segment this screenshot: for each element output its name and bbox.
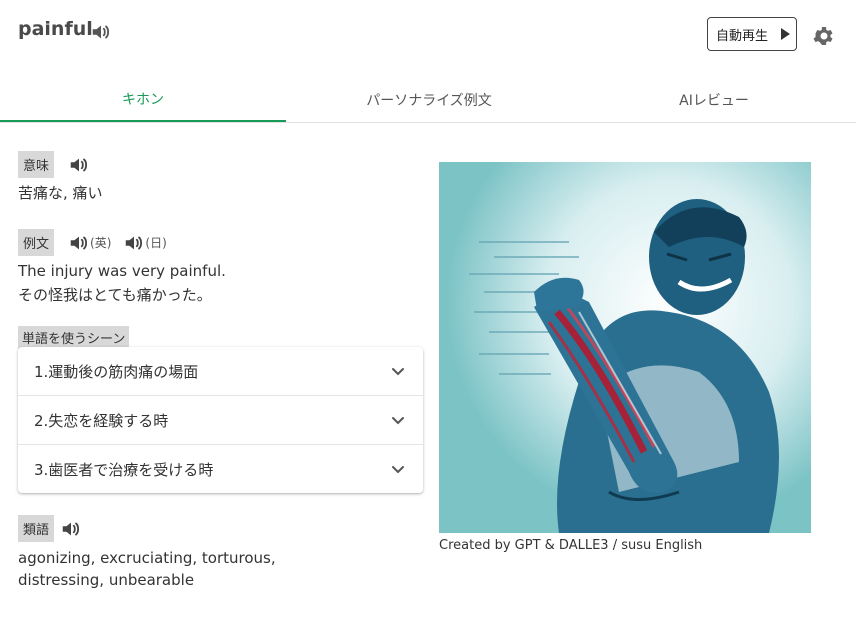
chevron-down-icon <box>392 368 404 376</box>
autoplay-label: 自動再生 <box>716 28 769 44</box>
play-icon <box>781 28 790 40</box>
audio-japanese-label: (日) <box>145 236 167 250</box>
scene-item-label: 1.運動後の筋肉痛の場面 <box>34 362 199 381</box>
tab-personalized-examples[interactable]: パーソナライズ例文 <box>286 78 572 122</box>
scene-item[interactable]: 1.運動後の筋肉痛の場面 <box>18 347 423 396</box>
word-title: painful <box>18 18 93 40</box>
speaker-icon <box>70 236 88 249</box>
speaker-icon[interactable] <box>60 518 82 540</box>
illustration-image <box>439 162 811 533</box>
chevron-down-icon <box>392 417 404 425</box>
speaker-icon <box>126 236 143 249</box>
scene-item-label: 3.歯医者で治療を受ける時 <box>34 460 214 479</box>
audio-japanese-button[interactable]: (日) <box>123 232 167 254</box>
meaning-text: 苦痛な, 痛い <box>18 184 103 202</box>
example-sentence-en: The injury was very painful. <box>18 262 226 280</box>
chevron-down-icon <box>392 466 404 474</box>
speaker-icon[interactable] <box>68 154 90 176</box>
example-label: 例文 <box>18 229 55 256</box>
tab-bar: キホン パーソナライズ例文 AIレビュー <box>0 78 856 123</box>
image-credit: Created by GPT & DALLE3 / susu English <box>439 538 703 553</box>
audio-english-button[interactable]: (英) <box>68 232 111 254</box>
scene-item-label: 2.失恋を経験する時 <box>34 411 169 430</box>
scenes-label: 単語を使うシーン <box>18 326 130 349</box>
tab-ai-review[interactable]: AIレビュー <box>572 78 856 122</box>
synonyms-label: 類語 <box>18 515 55 542</box>
audio-english-label: (英) <box>90 236 112 250</box>
synonyms-text: agonizing, excruciating, torturous, dist… <box>18 549 276 589</box>
gear-icon[interactable] <box>812 24 836 48</box>
scene-item[interactable]: 2.失恋を経験する時 <box>18 396 423 445</box>
autoplay-button[interactable]: 自動再生 <box>707 17 797 51</box>
example-sentence-ja: その怪我はとても痛かった。 <box>18 286 212 304</box>
meaning-label: 意味 <box>18 151 55 178</box>
scenes-accordion: 1.運動後の筋肉痛の場面 2.失恋を経験する時 3.歯医者で治療を受ける時 <box>18 347 423 493</box>
speaker-icon[interactable] <box>90 21 112 43</box>
scene-item[interactable]: 3.歯医者で治療を受ける時 <box>18 445 423 493</box>
tab-kihon[interactable]: キホン <box>0 78 286 122</box>
